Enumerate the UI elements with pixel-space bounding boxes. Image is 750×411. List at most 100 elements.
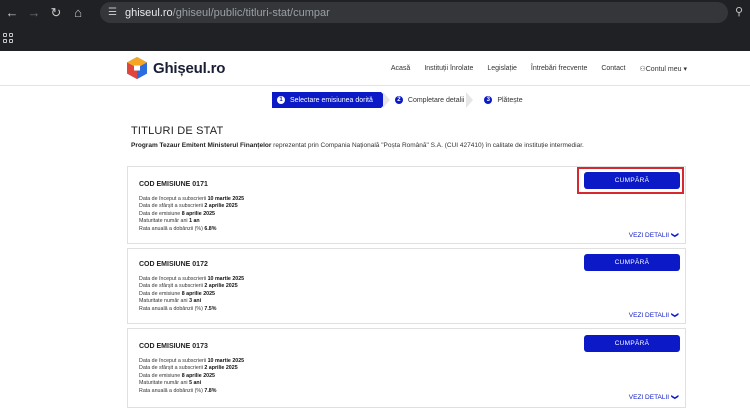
nav-home[interactable]: Acasă	[391, 65, 410, 73]
maturity: Maturitate număr ani 1 an	[139, 218, 244, 225]
interest-rate: Rata anuală a dobânzii (%) 7.5%	[139, 306, 244, 313]
subscription-end: Data de sfârșit a subscrierii 2 aprilie …	[139, 283, 244, 290]
view-details-link[interactable]: VEZI DETALII ❯	[629, 231, 678, 239]
interest-rate-label: Rata anuală a dobânzii (%)	[139, 225, 205, 232]
zoom-icon[interactable]: ⚲	[735, 5, 743, 18]
issue-date-label: Data de emisiune	[139, 372, 182, 379]
interest-rate-label: Rata anuală a dobânzii (%)	[139, 305, 205, 312]
subscription-end-value: 2 aprilie 2025	[204, 365, 238, 372]
nav-institutions[interactable]: Instituții înrolate	[424, 65, 473, 73]
view-details-link[interactable]: VEZI DETALII ❯	[629, 311, 678, 319]
site-header: Ghișeul.ro Acasă Instituții înrolate Leg…	[0, 51, 750, 86]
subscription-start-value: 10 martie 2025	[207, 358, 245, 364]
maturity: Maturitate număr ani 3 ani	[139, 298, 244, 305]
step-1-number: 1	[277, 96, 285, 104]
step-2: 2 Completare detalii	[394, 92, 465, 108]
step-3-label: Plătește	[497, 96, 523, 104]
subscription-start-label: Data de început a subscrierii	[139, 358, 208, 364]
chevron-down-icon: ❯	[671, 232, 679, 238]
emission-code: COD EMISIUNE 0171	[139, 181, 208, 188]
subscription-end-label: Data de sfârșit a subscrierii	[139, 283, 205, 290]
apps-grid-icon[interactable]	[3, 32, 14, 44]
maturity-label: Maturitate număr ani	[139, 380, 190, 387]
emission-details: Data de început a subscrierii 10 martie …	[139, 196, 244, 233]
intro-text: Program Tezaur Emitent Ministerul Finanț…	[131, 142, 584, 149]
buy-button[interactable]: CUMPĂRĂ	[584, 254, 680, 271]
subscription-start-value: 10 martie 2025	[207, 196, 245, 202]
chevron-down-icon: ❯	[671, 394, 679, 400]
home-icon[interactable]: ⌂	[67, 2, 89, 24]
emission-details: Data de început a subscrierii 10 martie …	[139, 358, 244, 395]
subscription-start: Data de început a subscrierii 10 martie …	[139, 196, 244, 203]
maturity: Maturitate număr ani 5 ani	[139, 380, 244, 387]
step-1: 1 Selectare emisiunea dorită	[272, 92, 389, 108]
issue-date-value: 8 aprilie 2025	[181, 372, 215, 379]
step-separator	[381, 92, 395, 108]
nav-legislation[interactable]: Legislație	[487, 65, 517, 73]
intro-program-name: Program Tezaur Emitent Ministerul Finanț…	[131, 142, 272, 149]
emission-card-0172: COD EMISIUNE 0172 Data de început a subs…	[127, 248, 686, 324]
browser-toolbar: ← → ↻ ⌂ ☰ ghiseul.ro/ghiseul/public/titl…	[0, 0, 750, 25]
maturity-value: 5 ani	[189, 380, 202, 387]
issue-date-value: 8 aprilie 2025	[181, 210, 215, 217]
nav-account[interactable]: ⚇Contul meu ▾	[639, 65, 687, 73]
browser-chrome: ← → ↻ ⌂ ☰ ghiseul.ro/ghiseul/public/titl…	[0, 0, 750, 51]
subscription-end: Data de sfârșit a subscrierii 2 aprilie …	[139, 203, 244, 210]
subscription-end: Data de sfârșit a subscrierii 2 aprilie …	[139, 365, 244, 372]
nav-faq[interactable]: Întrebări frecvente	[531, 65, 587, 73]
subscription-end-value: 2 aprilie 2025	[204, 283, 238, 290]
logo-hexagon-icon	[127, 57, 147, 79]
url-host: ghiseul.ro	[124, 6, 173, 19]
interest-rate-value: 7.8%	[204, 387, 217, 394]
step-1-label: Selectare emisiunea dorită	[290, 96, 373, 104]
emission-code: COD EMISIUNE 0173	[139, 343, 208, 350]
subscription-start-label: Data de început a subscrierii	[139, 276, 208, 282]
interest-rate: Rata anuală a dobânzii (%) 6.8%	[139, 226, 244, 233]
issue-date: Data de emisiune 8 aprilie 2025	[139, 373, 244, 380]
subscription-start-value: 10 martie 2025	[207, 276, 245, 282]
back-arrow-icon[interactable]: ←	[1, 2, 23, 24]
subscription-start-label: Data de început a subscrierii	[139, 196, 208, 202]
emission-code: COD EMISIUNE 0172	[139, 261, 208, 268]
interest-rate-value: 6.8%	[204, 225, 217, 232]
view-details-label: VEZI DETALII	[628, 231, 670, 239]
site-settings-icon[interactable]: ☰	[108, 7, 117, 18]
view-details-label: VEZI DETALII	[628, 311, 670, 319]
chevron-down-icon: ❯	[671, 312, 679, 318]
address-bar[interactable]: ☰ ghiseul.ro/ghiseul/public/titluri-stat…	[100, 2, 728, 23]
subscription-start: Data de început a subscrierii 10 martie …	[139, 276, 244, 283]
reload-icon[interactable]: ↻	[45, 2, 67, 24]
step-3-number: 3	[484, 96, 493, 104]
step-2-label: Completare detalii	[407, 96, 465, 104]
issue-date-label: Data de emisiune	[139, 290, 182, 297]
subscription-end-label: Data de sfârșit a subscrierii	[139, 365, 205, 372]
issue-date-value: 8 aprilie 2025	[181, 290, 215, 297]
issue-date: Data de emisiune 8 aprilie 2025	[139, 211, 244, 218]
logo-text: Ghișeul.ro	[153, 59, 226, 77]
emission-card-0173: COD EMISIUNE 0173 Data de început a subs…	[127, 328, 686, 408]
highlight-box	[577, 167, 684, 194]
emission-details: Data de început a subscrierii 10 martie …	[139, 276, 244, 313]
maturity-value: 1 an	[189, 218, 200, 225]
forward-arrow-icon[interactable]: →	[23, 2, 45, 24]
view-details-label: VEZI DETALII	[628, 393, 670, 401]
maturity-label: Maturitate număr ani	[139, 218, 190, 225]
view-details-link[interactable]: VEZI DETALII ❯	[629, 393, 678, 401]
interest-rate-value: 7.5%	[204, 305, 217, 312]
nav-contact[interactable]: Contact	[601, 65, 625, 73]
page-title: TITLURI DE STAT	[131, 125, 224, 137]
url-text[interactable]: ghiseul.ro/ghiseul/public/titluri-stat/c…	[125, 7, 330, 19]
step-2-number: 2	[394, 96, 403, 104]
interest-rate: Rata anuală a dobânzii (%) 7.8%	[139, 388, 244, 395]
bookmarks-bar	[0, 27, 750, 49]
maturity-value: 3 ani	[189, 298, 202, 305]
site-logo[interactable]: Ghișeul.ro	[126, 56, 225, 80]
issue-date-label: Data de emisiune	[139, 210, 182, 217]
intro-description: reprezentat prin Compania Națională "Poș…	[271, 142, 584, 149]
step-3: 3 Plătește	[484, 92, 523, 108]
subscription-end-label: Data de sfârșit a subscrierii	[139, 203, 205, 210]
buy-button[interactable]: CUMPĂRĂ	[584, 335, 680, 352]
main-navigation: Acasă Instituții înrolate Legislație Înt…	[391, 65, 687, 73]
interest-rate-label: Rata anuală a dobânzii (%)	[139, 387, 205, 394]
subscription-start: Data de început a subscrierii 10 martie …	[139, 358, 244, 365]
